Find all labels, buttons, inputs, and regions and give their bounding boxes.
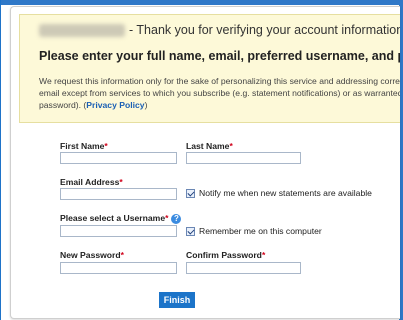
notice-body-line-1: We request this information only for the…: [39, 76, 400, 86]
notify-checkbox[interactable]: [186, 188, 195, 198]
notice-body: We request this information only for the…: [39, 75, 400, 111]
notice-body-line-3: password). (Privacy Policy): [39, 99, 400, 111]
confirm-password-label: Confirm Password*: [186, 250, 265, 260]
notice-body-line-3-prefix: password). (: [39, 100, 87, 110]
notify-option[interactable]: Notify me when new statements are availa…: [186, 188, 372, 198]
notice-body-line-3-suffix: ): [144, 100, 148, 110]
help-icon[interactable]: ?: [171, 213, 182, 224]
thanks-line: - Thank you for verifying your account i…: [39, 23, 400, 38]
last-name-input[interactable]: [186, 152, 301, 164]
remember-checkbox[interactable]: [186, 226, 195, 236]
required-mark: *: [104, 141, 108, 151]
verification-notice: - Thank you for verifying your account i…: [19, 14, 400, 123]
new-password-label: New Password*: [60, 250, 124, 260]
notice-heading: Please enter your full name, email, pref…: [39, 49, 400, 63]
username-label: Please select a Username*?: [60, 213, 182, 224]
required-mark: *: [165, 213, 169, 223]
username-label-text: Please select a Username: [60, 213, 166, 223]
privacy-policy-link[interactable]: Privacy Policy: [86, 100, 144, 110]
last-name-label: Last Name*: [186, 141, 233, 151]
new-password-input[interactable]: [60, 262, 177, 274]
notice-body-line-2: email except from services to which you …: [39, 88, 400, 98]
remember-checkbox-label: Remember me on this computer: [199, 226, 322, 236]
email-input[interactable]: [60, 188, 177, 200]
account-form-card: - Thank you for verifying your account i…: [10, 6, 400, 319]
confirm-password-label-text: Confirm Password: [186, 250, 262, 260]
left-border: [0, 0, 1, 320]
last-name-label-text: Last Name: [186, 141, 230, 151]
first-name-label-text: First Name: [60, 141, 105, 151]
username-input[interactable]: [60, 225, 177, 237]
required-mark: *: [120, 250, 125, 260]
redacted-name: [39, 24, 125, 38]
window: - Thank you for verifying your account i…: [0, 0, 403, 320]
confirm-password-input[interactable]: [186, 262, 301, 274]
finish-button[interactable]: Finish: [159, 292, 195, 308]
new-password-label-text: New Password: [60, 250, 121, 260]
notify-checkbox-label: Notify me when new statements are availa…: [199, 188, 372, 198]
email-label-text: Email Address: [60, 177, 120, 187]
required-mark: *: [261, 250, 266, 260]
required-mark: *: [229, 141, 233, 151]
remember-option[interactable]: Remember me on this computer: [186, 226, 322, 236]
first-name-input[interactable]: [60, 152, 177, 164]
email-label: Email Address*: [60, 177, 123, 187]
top-border: [0, 0, 403, 5]
required-mark: *: [119, 177, 123, 187]
first-name-label: First Name*: [60, 141, 108, 151]
thanks-text: - Thank you for verifying your account i…: [129, 23, 400, 37]
